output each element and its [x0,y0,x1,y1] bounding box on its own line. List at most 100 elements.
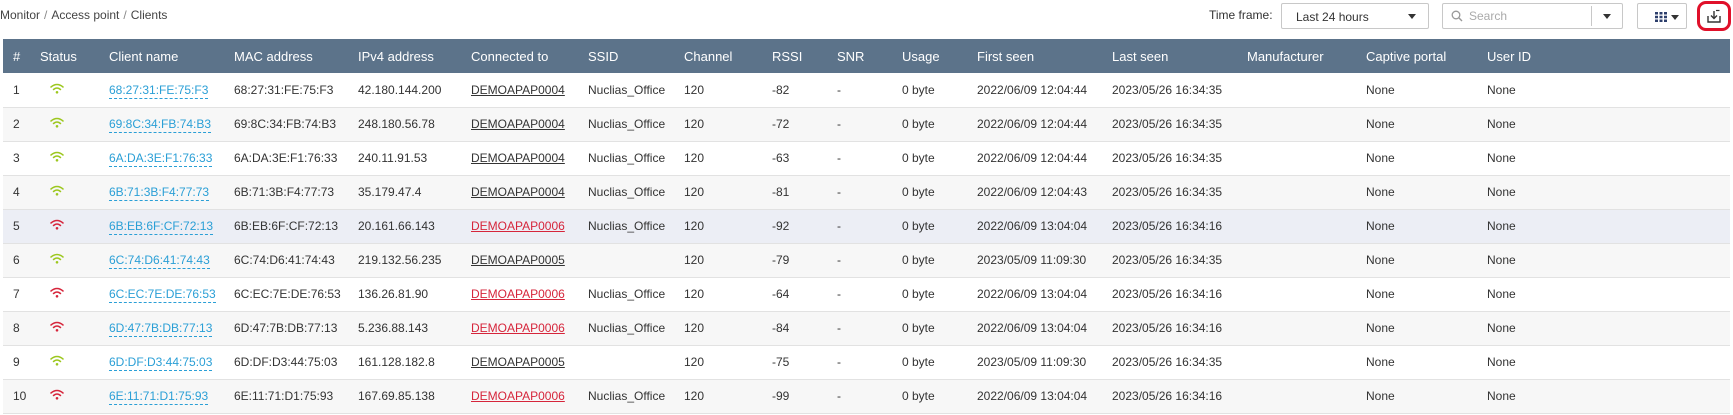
connected-ap-link[interactable]: DEMOAPAP0006 [471,389,565,403]
column-header-captive-portal[interactable]: Captive portal [1356,39,1477,73]
column-header-manufacturer[interactable]: Manufacturer [1237,39,1356,73]
connected-ap-link[interactable]: DEMOAPAP0005 [471,253,565,267]
cell-snr: - [827,141,892,176]
connected-ap-link[interactable]: DEMOAPAP0004 [471,151,565,165]
timeframe-select[interactable]: Last 24 hours [1281,3,1429,29]
cell-first-seen: 2023/05/09 11:09:30 [967,243,1102,278]
cell-rssi: -92 [762,209,827,244]
cell-first-seen: 2023/05/09 11:09:30 [967,345,1102,380]
cell-mac-address: 6D:DF:D3:44:75:03 [224,345,348,380]
client-name-link[interactable]: 68:27:31:FE:75:F3 [109,82,209,99]
cell-status [30,311,99,346]
connected-ap-link[interactable]: DEMOAPAP0004 [471,83,565,97]
cell-usage: 0 byte [892,243,967,278]
wifi-signal-icon [50,253,64,264]
column-header-ssid[interactable]: SSID [578,39,674,73]
column-header-ipv4-address[interactable]: IPv4 address [348,39,461,73]
search-input[interactable] [1469,7,1589,25]
cell-ssid: Nuclias_Office [578,175,674,210]
cell-first-seen: 2022/06/09 12:04:44 [967,141,1102,176]
table-row[interactable]: 5 6B:EB:6F:CF:72:13 6B:EB:6F:CF:72:13 20.16… [3,209,1730,244]
column-header-snr[interactable]: SNR [827,39,892,73]
cell-num: 4 [3,175,30,210]
cell-rssi: -79 [762,243,827,278]
column-header-last-seen[interactable]: Last seen [1102,39,1237,73]
cell-status [30,209,99,244]
cell-connected-to: DEMOAPAP0006 [461,379,578,414]
client-name-link[interactable]: 69:8C:34:FB:74:B3 [109,117,212,133]
table-row[interactable]: 1 68:27:31:FE:75:F3 68:27:31:FE:75:F3 42.18… [3,73,1730,108]
client-name-link[interactable]: 6D:DF:D3:44:75:03 [109,355,213,371]
cell-status [30,243,99,278]
timeframe-label: Time frame: [1209,8,1273,22]
wifi-signal-icon [50,321,64,332]
table-row[interactable]: 10 6E:11:71:D1:75:93 6E:11:71:D1:75:93 167.… [3,379,1730,414]
client-name-link[interactable]: 6E:11:71:D1:75:93 [109,389,209,405]
cell-num: 2 [3,107,30,142]
client-name-link[interactable]: 6A:DA:3E:F1:76:33 [109,151,213,167]
column-chooser-button[interactable] [1637,3,1687,29]
table-row[interactable]: 4 6B:71:3B:F4:77:73 6B:71:3B:F4:77:73 35.17… [3,175,1730,210]
column-header-usage[interactable]: Usage [892,39,967,73]
cell-client-name: 6B:71:3B:F4:77:73 [99,175,224,210]
client-name-link[interactable]: 6D:47:7B:DB:77:13 [109,321,213,337]
column-header-num[interactable]: # [3,39,30,73]
connected-ap-link[interactable]: DEMOAPAP0004 [471,185,565,199]
cell-captive-portal: None [1356,107,1477,142]
export-button[interactable] [1697,1,1731,31]
cell-usage: 0 byte [892,379,967,414]
column-header-connected-to[interactable]: Connected to [461,39,578,73]
column-header-mac-address[interactable]: MAC address [224,39,348,73]
cell-captive-portal: None [1356,73,1477,108]
search-options-chevron-icon[interactable] [1603,14,1611,19]
column-header-status[interactable]: Status [30,39,99,73]
search-box[interactable] [1442,3,1623,29]
connected-ap-link[interactable]: DEMOAPAP0005 [471,355,565,369]
cell-channel: 120 [674,345,762,380]
connected-ap-link[interactable]: DEMOAPAP0006 [471,219,565,233]
connected-ap-link[interactable]: DEMOAPAP0006 [471,321,565,335]
cell-captive-portal: None [1356,311,1477,346]
cell-ipv4-address: 161.128.182.8 [348,345,461,380]
cell-manufacturer [1237,73,1356,108]
column-header-user-id[interactable]: User ID [1477,39,1730,73]
grid-icon [1655,12,1667,22]
breadcrumb-monitor[interactable]: Monitor [0,8,40,22]
cell-status [30,345,99,380]
column-header-client-name[interactable]: Client name [99,39,224,73]
cell-status [30,277,99,312]
cell-client-name: 6A:DA:3E:F1:76:33 [99,141,224,176]
cell-manufacturer [1237,243,1356,278]
column-header-first-seen[interactable]: First seen [967,39,1102,73]
cell-user-id: None [1477,209,1730,244]
client-name-link[interactable]: 6B:EB:6F:CF:72:13 [109,219,214,235]
connected-ap-link[interactable]: DEMOAPAP0006 [471,287,565,301]
column-header-rssi[interactable]: RSSI [762,39,827,73]
table-row[interactable]: 2 69:8C:34:FB:74:B3 69:8C:34:FB:74:B3 248.1… [3,107,1730,142]
cell-ssid: Nuclias_Office [578,141,674,176]
cell-snr: - [827,277,892,312]
column-header-channel[interactable]: Channel [674,39,762,73]
cell-user-id: None [1477,311,1730,346]
wifi-signal-icon [50,117,64,128]
download-icon [1707,9,1721,23]
table-row[interactable]: 9 6D:DF:D3:44:75:03 6D:DF:D3:44:75:03 161.1… [3,345,1730,380]
breadcrumb-access-point[interactable]: Access point [51,8,119,22]
table-row[interactable]: 7 6C:EC:7E:DE:76:53 6C:EC:7E:DE:76:53 136.2… [3,277,1730,312]
cell-user-id: None [1477,107,1730,142]
search-divider [1591,6,1592,26]
cell-captive-portal: None [1356,141,1477,176]
cell-rssi: -72 [762,107,827,142]
cell-last-seen: 2023/05/26 16:34:16 [1102,209,1237,244]
table-row[interactable]: 6 6C:74:D6:41:74:43 6C:74:D6:41:74:43 219.1… [3,243,1730,278]
table-row[interactable]: 3 6A:DA:3E:F1:76:33 6A:DA:3E:F1:76:33 240.1… [3,141,1730,176]
connected-ap-link[interactable]: DEMOAPAP0004 [471,117,565,131]
cell-ssid: Nuclias_Office [578,107,674,142]
cell-ipv4-address: 20.161.66.143 [348,209,461,244]
cell-usage: 0 byte [892,175,967,210]
client-name-link[interactable]: 6C:74:D6:41:74:43 [109,253,210,269]
wifi-signal-icon [50,287,64,298]
table-row[interactable]: 8 6D:47:7B:DB:77:13 6D:47:7B:DB:77:13 5.236… [3,311,1730,346]
client-name-link[interactable]: 6C:EC:7E:DE:76:53 [109,287,216,303]
client-name-link[interactable]: 6B:71:3B:F4:77:73 [109,185,210,201]
